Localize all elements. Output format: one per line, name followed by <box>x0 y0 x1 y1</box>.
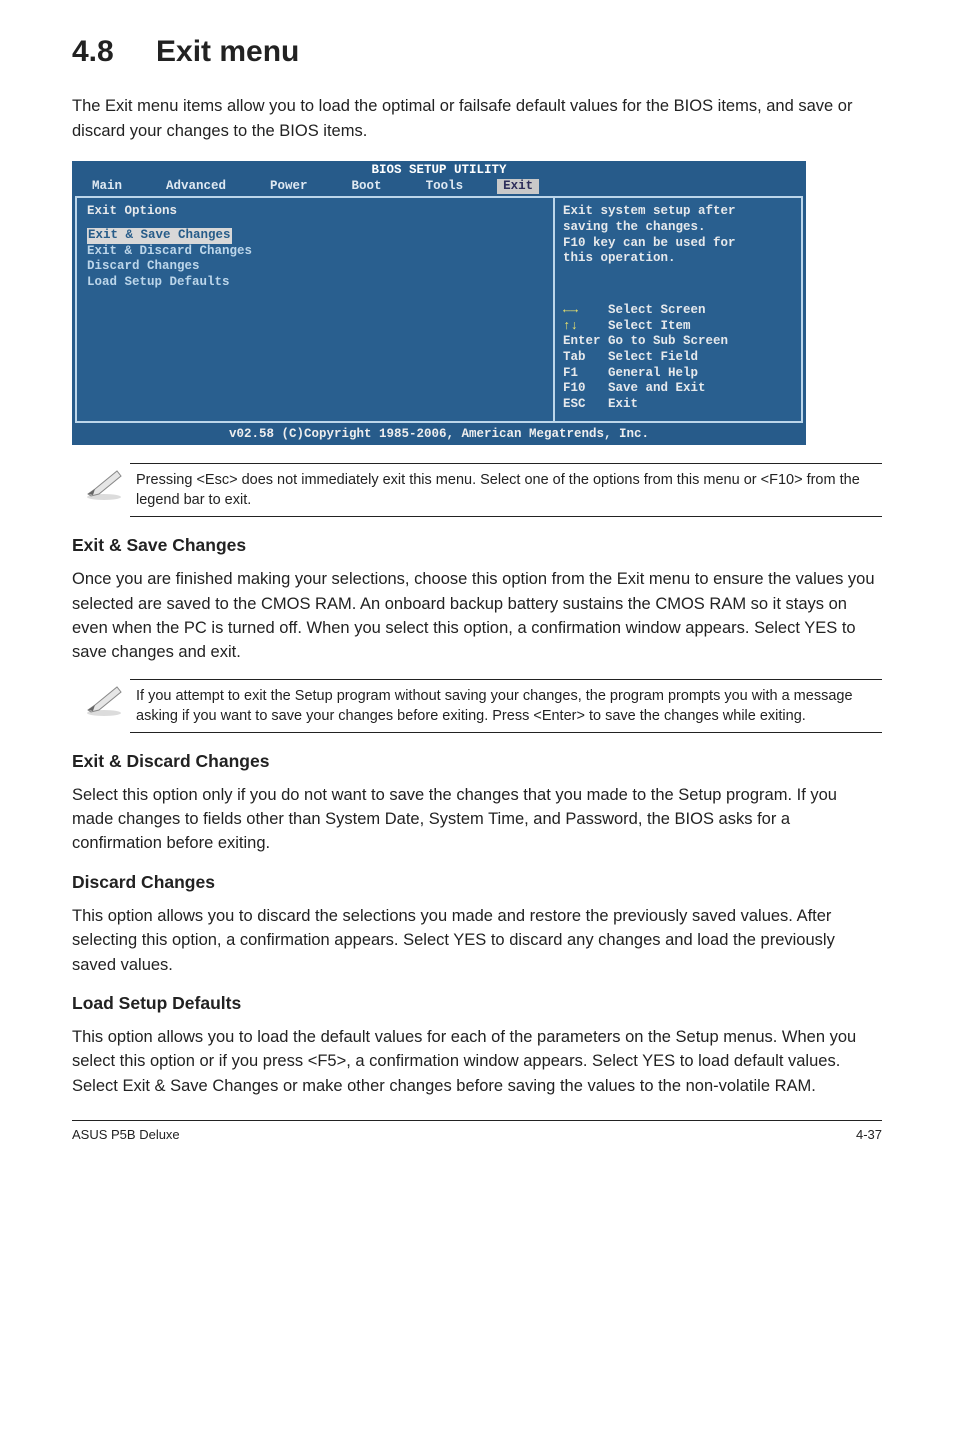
bios-tab-row: Main Advanced Power Boot Tools Exit <box>72 179 806 197</box>
bios-tab-boot: Boot <box>342 179 392 195</box>
section-title-discard: Discard Changes <box>72 870 882 896</box>
bios-title: BIOS SETUP UTILITY <box>72 161 806 179</box>
bios-item-exit-discard: Exit & Discard Changes <box>87 244 543 260</box>
footer-left: ASUS P5B Deluxe <box>72 1125 180 1144</box>
page-footer: ASUS P5B Deluxe 4-37 <box>72 1120 882 1144</box>
bios-help-text: Exit system setup after saving the chang… <box>563 204 795 267</box>
page-heading: 4.8 Exit menu <box>72 30 882 74</box>
bios-key-sym: F1 <box>563 366 578 380</box>
footer-right: 4-37 <box>856 1125 882 1144</box>
bios-key-sym: ESC <box>563 397 586 411</box>
section-title-load-defaults: Load Setup Defaults <box>72 991 882 1017</box>
bios-help-line: Exit system setup after <box>563 204 795 220</box>
bios-help-line: F10 key can be used for <box>563 236 795 252</box>
arrow-ud-icon: ↑↓ <box>563 319 578 333</box>
bios-key-label: Select Item <box>608 319 691 333</box>
note-text: If you attempt to exit the Setup program… <box>130 679 882 733</box>
bios-left-header: Exit Options <box>87 204 543 220</box>
pencil-icon <box>72 679 136 733</box>
bios-tab-exit: Exit <box>497 179 539 195</box>
section-title-exit-save: Exit & Save Changes <box>72 533 882 559</box>
heading-number: 4.8 <box>72 30 156 74</box>
note-text: Pressing <Esc> does not immediately exit… <box>130 463 882 517</box>
heading-title: Exit menu <box>156 30 299 74</box>
intro-paragraph: The Exit menu items allow you to load th… <box>72 94 882 143</box>
section-body: This option allows you to discard the se… <box>72 904 882 977</box>
bios-footer: v02.58 (C)Copyright 1985-2006, American … <box>72 426 806 446</box>
note-box: Pressing <Esc> does not immediately exit… <box>72 463 882 517</box>
section-title-exit-discard: Exit & Discard Changes <box>72 749 882 775</box>
pencil-icon <box>72 463 136 517</box>
section-body: Once you are finished making your select… <box>72 567 882 665</box>
section-body: Select this option only if you do not wa… <box>72 783 882 856</box>
bios-tab-power: Power <box>260 179 318 195</box>
bios-item-discard: Discard Changes <box>87 259 543 275</box>
bios-key-label: General Help <box>608 366 698 380</box>
bios-right-pane: Exit system setup after saving the chang… <box>554 196 803 422</box>
bios-key-sym: Enter <box>563 334 601 348</box>
bios-tab-advanced: Advanced <box>156 179 236 195</box>
bios-item-exit-save: Exit & Save Changes <box>87 228 232 244</box>
bios-help-line: this operation. <box>563 251 795 267</box>
note-box: If you attempt to exit the Setup program… <box>72 679 882 733</box>
bios-screenshot: BIOS SETUP UTILITY Main Advanced Power B… <box>72 161 806 445</box>
bios-key-label: Exit <box>608 397 638 411</box>
bios-tab-main: Main <box>82 179 132 195</box>
bios-left-pane: Exit Options Exit & Save Changes Exit & … <box>75 196 554 422</box>
section-body: This option allows you to load the defau… <box>72 1025 882 1098</box>
bios-key-label: Select Screen <box>608 303 706 317</box>
bios-tab-tools: Tools <box>416 179 474 195</box>
bios-key-sym: F10 <box>563 381 586 395</box>
bios-key-label: Save and Exit <box>608 381 706 395</box>
bios-key-label: Go to Sub Screen <box>608 334 728 348</box>
bios-help-line: saving the changes. <box>563 220 795 236</box>
bios-item-load-defaults: Load Setup Defaults <box>87 275 543 291</box>
bios-key-sym: Tab <box>563 350 586 364</box>
bios-key-label: Select Field <box>608 350 698 364</box>
arrow-lr-icon: ←→ <box>563 303 578 317</box>
bios-key-legend: ←→ Select Screen ↑↓ Select Item Enter Go… <box>563 303 795 412</box>
